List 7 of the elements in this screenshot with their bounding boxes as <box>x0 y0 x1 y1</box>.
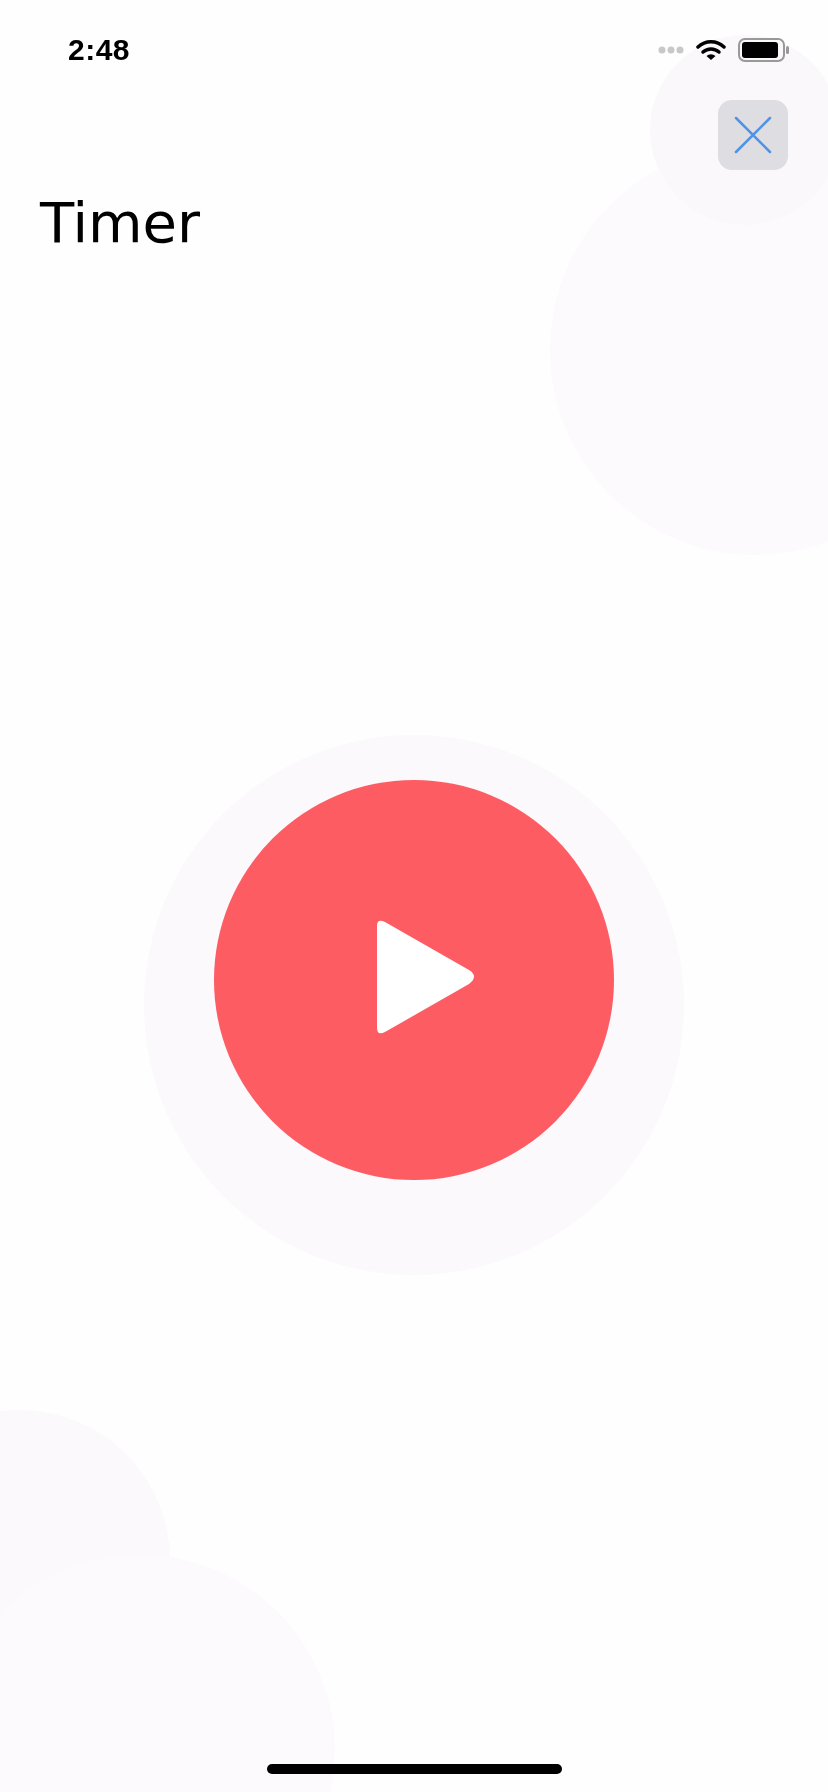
signal-icon <box>658 46 684 54</box>
close-button[interactable] <box>718 100 788 170</box>
battery-icon <box>738 38 790 62</box>
status-time: 2:48 <box>68 33 131 67</box>
close-icon <box>734 116 772 154</box>
wifi-icon <box>696 39 726 61</box>
page-title: Timer <box>40 190 201 255</box>
